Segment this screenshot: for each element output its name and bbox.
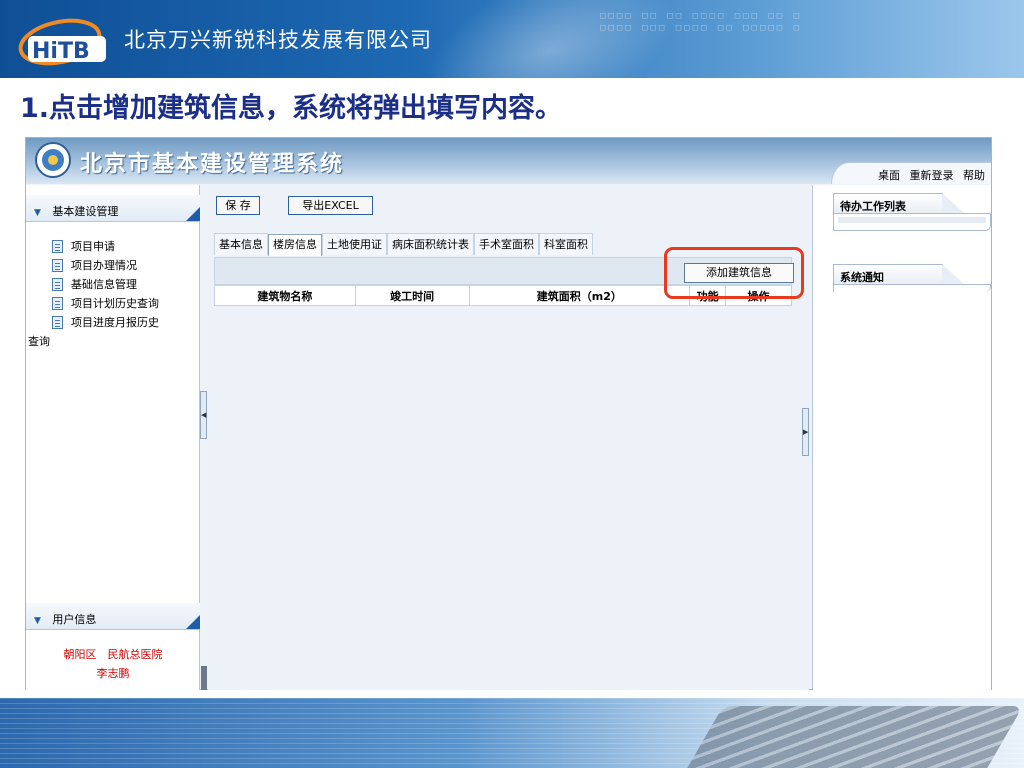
svg-text:HiTB: HiTB (32, 39, 90, 64)
highlight-annotation (664, 247, 804, 299)
todo-list-tab[interactable]: 待办工作列表 (833, 193, 964, 213)
todo-list-placeholder (838, 217, 986, 223)
system-notice-tab[interactable]: 系统通知 (833, 264, 964, 284)
slide-footer (0, 698, 1024, 768)
tab-operating-room-area[interactable]: 手术室面积 (474, 233, 539, 255)
user-info: 朝阳区 民航总医院 李志鹏 (26, 645, 200, 683)
user-org: 朝阳区 民航总医院 (63, 648, 163, 661)
sidebar-item-plan-history[interactable]: 项目计划历史查询 (26, 294, 200, 313)
left-collapse-handle[interactable]: ◀ (200, 391, 207, 439)
app-header: 北京市基本建设管理系统 桌面 重新登录 帮助 (26, 138, 991, 184)
beijing-emblem-icon (35, 142, 71, 178)
top-links: 桌面 重新登录 帮助 (831, 162, 991, 184)
right-collapse-handle[interactable]: ▶ (802, 408, 809, 456)
tab-land-certificate[interactable]: 土地使用证 (322, 233, 387, 255)
sidebar-scrollbar[interactable] (201, 666, 207, 690)
tab-basic-info[interactable]: 基本信息 (214, 233, 268, 255)
todo-list-box (833, 213, 991, 231)
keyboard-decoration (676, 706, 1024, 768)
right-panel: 待办工作列表 系统通知 (812, 185, 991, 690)
export-excel-button[interactable]: 导出EXCEL (288, 196, 373, 215)
hitb-logo-icon: HiTB (18, 18, 106, 66)
column-header-completion: 竣工时间 (354, 285, 470, 306)
collapse-arrow-icon: ▼ (34, 208, 41, 218)
sidebar-item-project-status[interactable]: 项目办理情况 (26, 256, 200, 275)
left-sidebar: ▼ 基本建设管理 项目申请 项目办理情况 基础信息管理 项目计划历史查询 项目进… (26, 185, 200, 690)
desktop-link[interactable]: 桌面 (878, 169, 900, 182)
section-header-construction[interactable]: ▼ 基本建设管理 (26, 195, 200, 222)
app-title: 北京市基本建设管理系统 (80, 152, 345, 177)
sidebar-item-basic-info[interactable]: 基础信息管理 (26, 275, 200, 294)
sidebar-item-label: 项目办理情况 (71, 259, 137, 272)
document-icon (52, 316, 63, 329)
sidebar-item-label: 基础信息管理 (71, 278, 137, 291)
column-header-area: 建筑面积（m2） (468, 285, 691, 306)
sidebar-item-label: 项目计划历史查询 (71, 297, 159, 310)
document-icon (52, 240, 63, 253)
sidebar-item-progress-history[interactable]: 项目进度月报历史 (26, 313, 200, 332)
column-header-name: 建筑物名称 (214, 285, 356, 306)
help-link[interactable]: 帮助 (963, 169, 985, 182)
corner-triangle-icon (186, 207, 200, 221)
document-icon (52, 259, 63, 272)
system-notice-box (833, 284, 991, 292)
section-header-user[interactable]: ▼ 用户信息 (26, 603, 200, 630)
slide-banner: □□□□ □□ □□ □□□□ □□□ □□ □ □□□□ □□□ □□□□ □□… (0, 0, 1024, 78)
slide-title: 1.点击增加建筑信息，系统将弹出填写内容。 (20, 93, 563, 124)
section-title: 基本建设管理 (52, 205, 119, 218)
app-window: 北京市基本建设管理系统 桌面 重新登录 帮助 ▼ 基本建设管理 项目申请 项目办… (25, 137, 992, 690)
tab-department-area[interactable]: 科室面积 (539, 233, 593, 255)
save-button[interactable]: 保 存 (216, 196, 260, 215)
relogin-link[interactable]: 重新登录 (910, 169, 954, 182)
user-section-title: 用户信息 (52, 613, 97, 626)
sidebar-menu: 项目申请 项目办理情况 基础信息管理 项目计划历史查询 项目进度月报历史 查询 (26, 237, 200, 351)
corner-triangle-icon (186, 615, 200, 629)
sidebar-item-project-apply[interactable]: 项目申请 (26, 237, 200, 256)
tab-bed-area[interactable]: 病床面积统计表 (387, 233, 474, 255)
sidebar-item-label: 项目进度月报历史 (71, 316, 159, 329)
collapse-arrow-icon: ▼ (34, 616, 41, 626)
company-name: 北京万兴新锐科技发展有限公司 (124, 28, 432, 52)
document-icon (52, 297, 63, 310)
sidebar-item-label-wrap[interactable]: 查询 (26, 332, 200, 351)
document-icon (52, 278, 63, 291)
tab-bar: 基本信息 楼房信息 土地使用证 病床面积统计表 手术室面积 科室面积 (214, 233, 593, 256)
user-name: 李志鹏 (96, 667, 130, 680)
tab-building-info[interactable]: 楼房信息 (268, 234, 322, 256)
banner-decorative-dots: □□□□ □□ □□ □□□□ □□□ □□ □ □□□□ □□□ □□□□ □□… (600, 11, 803, 33)
